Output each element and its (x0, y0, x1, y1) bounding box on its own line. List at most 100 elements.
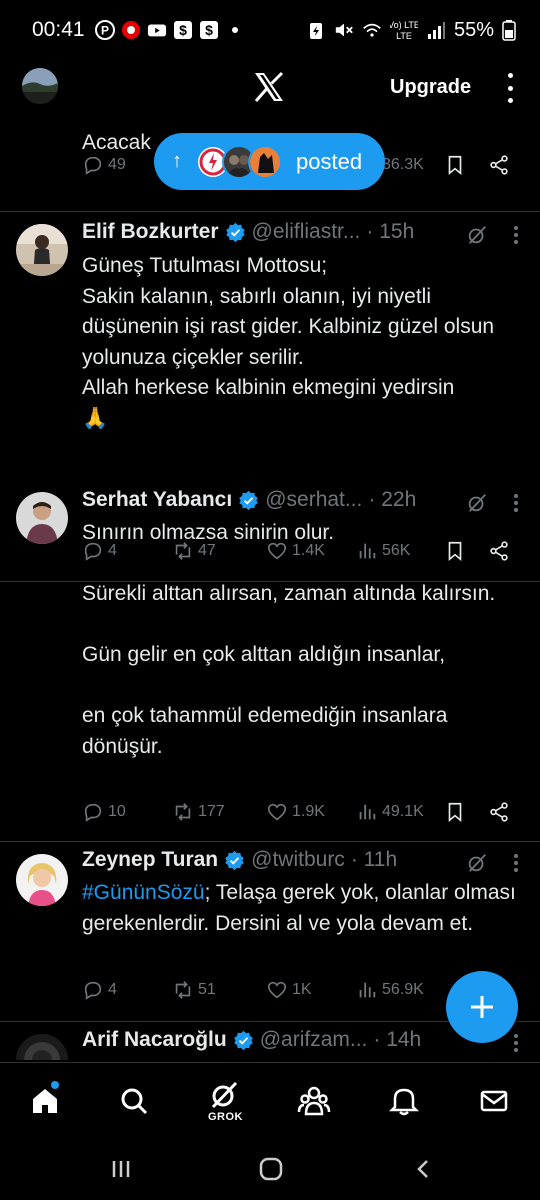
recent-apps-icon[interactable] (106, 1154, 136, 1184)
like-button[interactable]: 1.9K (266, 797, 325, 827)
reply-count: 10 (108, 803, 126, 820)
grok-icon[interactable] (466, 224, 488, 246)
reply-button[interactable]: 4 (82, 975, 117, 1005)
grok-label: GROK (208, 1111, 243, 1123)
reply-count: 49 (108, 156, 126, 173)
tweet-more-icon[interactable] (514, 1034, 518, 1052)
network-label: Vo) LTE (390, 20, 418, 30)
tweet-text: Sınırın olmazsa sinirin olur. Sürekli al… (82, 521, 496, 758)
reply-button[interactable]: 49 (82, 150, 126, 180)
tweet-more-icon[interactable] (514, 226, 518, 244)
system-navigation-bar (0, 1138, 540, 1200)
reply-count: 4 (108, 981, 117, 998)
like-button[interactable]: 1K (266, 975, 312, 1005)
tweet-time: · 11h (350, 848, 398, 871)
grok-icon[interactable] (206, 1077, 242, 1113)
wifi-icon (362, 20, 382, 40)
tweet-text: Güneş Tutulması Mottosu; Sakin kalanın, … (82, 254, 495, 430)
tweet-more-icon[interactable] (514, 494, 518, 512)
more-options-icon[interactable] (500, 70, 520, 106)
compose-post-button[interactable] (446, 971, 518, 1043)
battery-icon (502, 20, 516, 41)
repost-button[interactable]: 177 (172, 797, 225, 827)
tweet-time: · 15h (366, 220, 415, 243)
svg-text:LTE: LTE (396, 31, 412, 41)
svg-text:$: $ (205, 22, 213, 38)
posted-avatars (196, 144, 282, 179)
tweet-time: · 14h (373, 1028, 422, 1051)
messages-icon[interactable] (476, 1083, 512, 1119)
new-posts-pill[interactable]: ↑ posted (154, 133, 385, 190)
notifications-icon[interactable] (386, 1083, 422, 1119)
signal-icon (426, 20, 446, 40)
share-button[interactable] (488, 150, 514, 180)
profile-avatar[interactable] (22, 68, 58, 104)
youtube-icon (147, 20, 167, 40)
author-name[interactable]: Zeynep Turan (82, 848, 218, 872)
communities-icon[interactable] (296, 1083, 332, 1119)
notification-dot (51, 1081, 59, 1089)
bottom-navigation: GROK (0, 1062, 540, 1138)
upgrade-button[interactable]: Upgrade (390, 76, 471, 99)
author-handle[interactable]: @twitburc (251, 848, 345, 872)
author-handle[interactable]: @arifzam... (260, 1028, 368, 1052)
repost-button[interactable]: 51 (172, 975, 216, 1005)
grok-icon[interactable] (466, 492, 488, 514)
like-count: 1K (292, 981, 312, 998)
like-count: 1.9K (292, 803, 325, 820)
reply-button[interactable]: 10 (82, 797, 126, 827)
lte-icon: Vo) LTE LTE (390, 20, 418, 41)
dot-icon (225, 20, 245, 40)
vodafone-icon (121, 20, 141, 40)
tweet-time: · 22h (368, 488, 417, 511)
tweet[interactable]: Serhat Yabancı @serhat... · 22h Sınırın … (0, 482, 540, 842)
avatar (248, 144, 282, 179)
dollar-app-icon: $ (173, 20, 193, 40)
share-button[interactable] (488, 797, 514, 827)
home-button-icon[interactable] (256, 1154, 286, 1184)
arrow-up-icon: ↑ (172, 150, 182, 172)
hashtag-link[interactable]: #GününSözü (82, 881, 205, 904)
repost-count: 51 (198, 981, 216, 998)
avatar[interactable] (16, 1034, 68, 1060)
views-button[interactable]: 49.1K (356, 797, 424, 827)
plus-icon (471, 996, 493, 1018)
author-name[interactable]: Elif Bozkurter (82, 220, 219, 244)
views-count: 49.1K (382, 803, 424, 820)
grok-icon[interactable] (466, 852, 488, 874)
x-logo-icon[interactable] (252, 70, 286, 104)
author-name[interactable]: Arif Nacaroğlu (82, 1028, 227, 1052)
pinterest-icon: P (94, 20, 115, 40)
verified-badge-icon (239, 490, 258, 510)
home-icon[interactable] (27, 1083, 63, 1119)
bookmark-button[interactable] (444, 797, 470, 827)
status-bar: 00:41 P $ $ Vo) LTE LTE 55% (0, 0, 540, 60)
mute-icon (334, 20, 354, 40)
views-count: 56.9K (382, 981, 424, 998)
app-header: Upgrade (0, 60, 540, 116)
search-icon[interactable] (116, 1083, 152, 1119)
status-time: 00:41 (32, 18, 85, 41)
back-icon[interactable] (408, 1154, 438, 1184)
tweet-text: #GününSözü; Telaşa gerek yok, olanlar ol… (82, 878, 522, 939)
avatar[interactable] (16, 492, 68, 544)
author-handle[interactable]: @elifliastr... (252, 220, 361, 244)
battery-saver-icon (306, 20, 326, 40)
verified-badge-icon (225, 850, 244, 870)
timeline-feed[interactable]: Acacak 49 36.3K Elif Bozkurter @eliflias… (0, 116, 540, 1060)
repost-count: 177 (198, 803, 225, 820)
author-handle[interactable]: @serhat... (265, 488, 362, 512)
bookmark-button[interactable] (444, 150, 470, 180)
svg-text:P: P (101, 24, 109, 38)
avatar[interactable] (16, 854, 68, 906)
avatar[interactable] (16, 224, 68, 276)
tweet-more-icon[interactable] (514, 854, 518, 872)
author-name[interactable]: Serhat Yabancı (82, 488, 232, 512)
tweet-actions: 10 177 1.9K 49.1K (82, 797, 516, 827)
verified-badge-icon (233, 1030, 253, 1050)
views-button[interactable]: 56.9K (356, 975, 424, 1005)
svg-text:$: $ (179, 22, 187, 38)
battery-percentage: 55% (453, 18, 494, 41)
verified-badge-icon (225, 222, 245, 242)
posted-label: posted (296, 148, 363, 174)
